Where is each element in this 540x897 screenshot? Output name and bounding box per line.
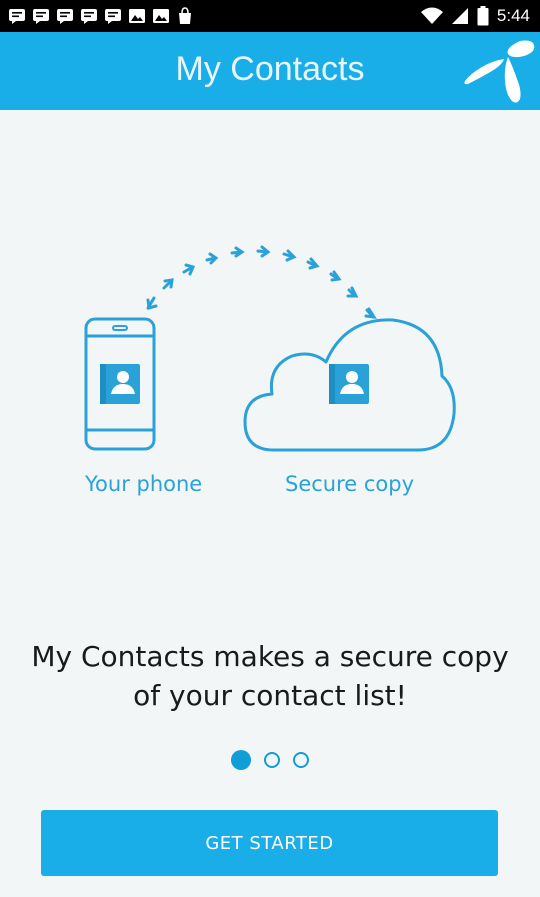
your-phone-label: Your phone [85,472,203,496]
system-tray: 5:44 [420,0,530,32]
message-icon [57,9,73,24]
signal-icon [451,8,468,24]
message-icon [33,9,49,24]
app-bar: My Contacts [0,32,540,110]
page-indicator [0,750,540,770]
app-title: My Contacts [175,49,365,88]
secure-copy-label: Secure copy [285,472,415,496]
clock: 5:44 [496,6,530,25]
page-dot-3[interactable] [293,752,309,768]
message-icon [9,9,25,24]
battery-icon [477,6,489,26]
onboarding-headline: My Contacts makes a secure copy of your … [31,640,509,712]
page-dot-2[interactable] [264,752,280,768]
shopping-bag-icon [179,7,191,24]
sync-illustration [84,245,456,452]
sync-arrow-arc [146,245,377,319]
wifi-icon [420,7,443,24]
image-icon [129,9,145,23]
telenor-logo-icon [464,40,535,103]
message-icon [105,9,121,24]
phone-contact-book-icon [100,364,140,404]
cloud-contact-book-icon [329,364,369,404]
image-icon [153,9,169,23]
status-bar: 5:44 [0,0,540,32]
get-started-button[interactable]: GET STARTED [41,810,498,876]
message-icon [81,9,97,24]
page-dot-1[interactable] [231,750,251,770]
